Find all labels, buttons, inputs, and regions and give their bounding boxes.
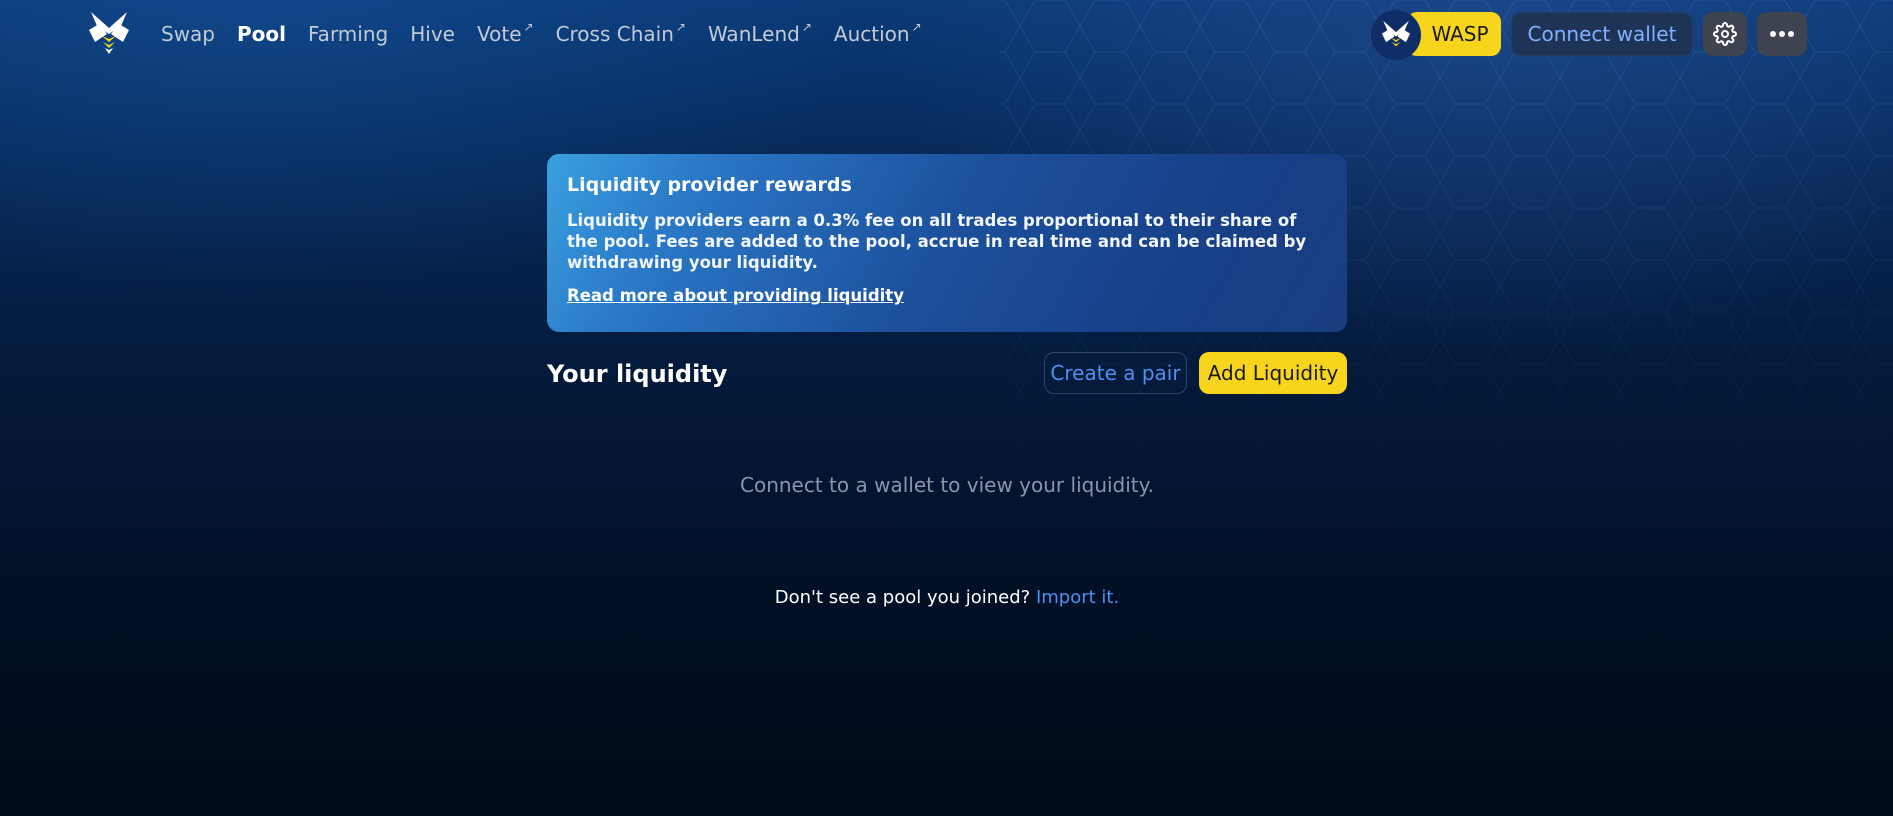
your-liquidity-header: Your liquidity Create a pair Add Liquidi… [547, 352, 1347, 394]
header-controls: WASP Connect wallet [1371, 10, 1807, 60]
settings-button[interactable] [1703, 12, 1747, 56]
liquidity-rewards-card: Liquidity provider rewards Liquidity pro… [547, 154, 1347, 332]
wasp-token-badge[interactable]: WASP [1371, 10, 1501, 60]
nav-vote-label: Vote [476, 22, 522, 46]
nav-farming[interactable]: Farming [297, 22, 399, 46]
external-link-icon: ↗ [911, 20, 922, 34]
read-more-link[interactable]: Read more about providing liquidity [567, 286, 904, 305]
nav-auction[interactable]: Auction ↗ [823, 20, 933, 46]
your-liquidity-title: Your liquidity [547, 360, 728, 388]
nav-pool-label: Pool [237, 22, 287, 46]
import-pool-link[interactable]: Import it. [1036, 587, 1119, 608]
main-nav: Swap Pool Farming Hive Vote ↗ Cross Chain… [150, 0, 933, 68]
rewards-title: Liquidity provider rewards [567, 174, 852, 196]
nav-pool[interactable]: Pool [226, 22, 297, 46]
more-menu-button[interactable] [1757, 12, 1807, 56]
nav-hive-label: Hive [410, 22, 455, 46]
nav-cross-chain-label: Cross Chain [555, 22, 674, 46]
nav-swap[interactable]: Swap [150, 22, 226, 46]
nav-swap-label: Swap [161, 22, 216, 46]
nav-wanlend-label: WanLend [707, 22, 800, 46]
top-navbar: Swap Pool Farming Hive Vote ↗ Cross Chain… [0, 0, 1893, 68]
import-pool-prompt: Don't see a pool you joined? Import it. [547, 587, 1347, 608]
wasp-token-label: WASP [1407, 12, 1501, 56]
external-link-icon: ↗ [675, 20, 686, 34]
nav-wanlend[interactable]: WanLend ↗ [697, 20, 823, 46]
nav-auction-label: Auction [833, 22, 910, 46]
rewards-description: Liquidity providers earn a 0.3% fee on a… [567, 211, 1307, 272]
add-liquidity-button[interactable]: Add Liquidity [1199, 352, 1347, 394]
nav-hive[interactable]: Hive [399, 22, 466, 46]
wasp-token-icon [1371, 10, 1421, 60]
external-link-icon: ↗ [523, 20, 534, 34]
create-pair-button[interactable]: Create a pair [1044, 352, 1187, 394]
connect-wallet-button[interactable]: Connect wallet [1511, 12, 1693, 56]
nav-cross-chain[interactable]: Cross Chain ↗ [545, 20, 697, 46]
external-link-icon: ↗ [801, 20, 812, 34]
connect-wallet-message: Connect to a wallet to view your liquidi… [740, 473, 1154, 497]
gear-icon [1713, 22, 1737, 46]
more-dots-icon [1770, 31, 1794, 37]
import-prompt-text: Don't see a pool you joined? [774, 587, 1031, 608]
nav-farming-label: Farming [308, 22, 389, 46]
nav-vote[interactable]: Vote ↗ [466, 20, 545, 46]
wasp-logo-icon[interactable] [85, 8, 133, 56]
